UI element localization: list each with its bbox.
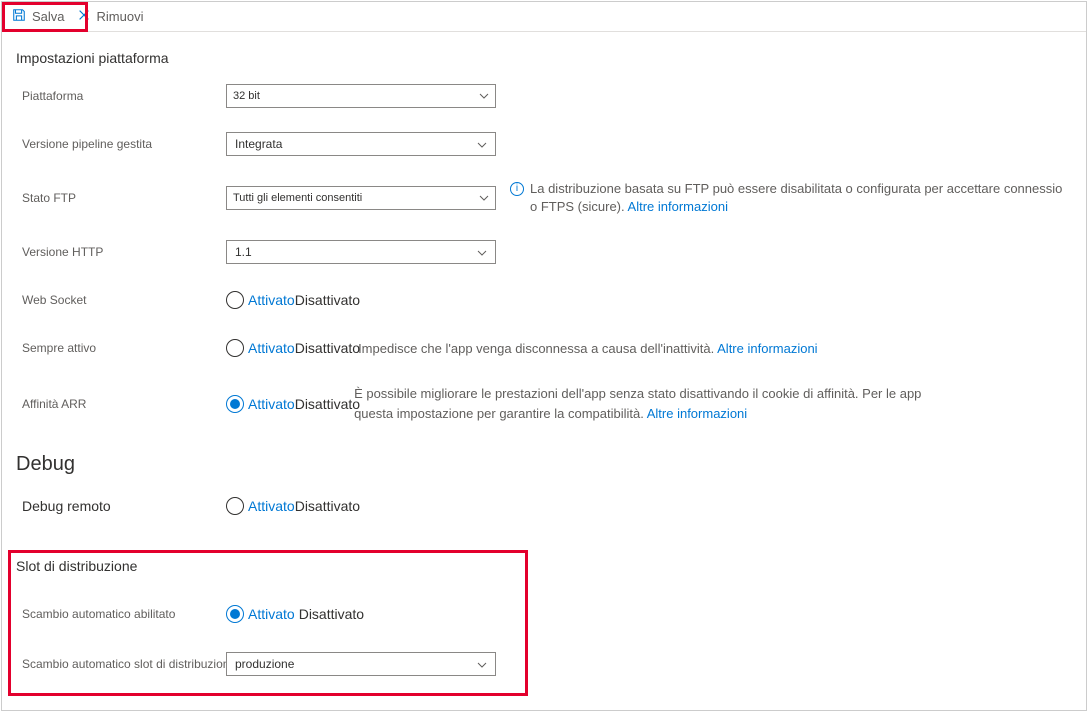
http-value: 1.1 [235,245,252,259]
remove-button[interactable]: Rimuovi [77,8,144,25]
websocket-on-label: Attivato [248,292,295,308]
arr-label: Affinità ARR [16,397,226,411]
platform-section-title: Impostazioni piattaforma [16,50,1072,66]
autoswap-label: Scambio automatico abilitato [16,607,226,621]
chevron-down-icon [477,659,487,669]
ftp-more-link[interactable]: Altre informazioni [628,199,728,214]
http-label: Versione HTTP [16,245,226,259]
autoswap-on-radio[interactable] [226,605,244,623]
remote-debug-off-label: Disattivato [295,498,360,514]
debug-section-title: Debug [16,453,1072,476]
chevron-down-icon [477,139,487,149]
arr-help: È possibile migliorare le prestazioni de… [354,384,921,423]
arr-on-label: Attivato [248,396,295,412]
pipeline-label: Versione pipeline gestita [16,137,226,151]
websocket-radio-group: Attivato Disattivato [226,291,360,309]
websocket-label: Web Socket [16,293,226,307]
alwayson-radio-group: Attivato Disattivato [226,339,360,357]
alwayson-on-radio[interactable] [226,339,244,357]
ftp-label: Stato FTP [16,191,226,205]
platform-value: 32 bit [233,90,260,102]
alwayson-help: Impedisce che l'app venga disconnessa a … [358,339,818,359]
remote-debug-label: Debug remoto [16,498,226,514]
autoswap-slot-label: Scambio automatico slot di distribuzione [16,657,246,671]
arr-off-label: Disattivato [295,396,360,412]
save-label: Salva [32,9,65,24]
remote-debug-on-label: Attivato [248,498,295,514]
remote-debug-radio-group: Attivato Disattivato [226,497,360,515]
ftp-help: La distribuzione basata su FTP può esser… [530,180,1062,216]
ftp-dropdown[interactable]: Tutti gli elementi consentiti [226,186,496,210]
toolbar: Salva Rimuovi [2,2,1086,32]
chevron-down-icon [479,91,489,101]
chevron-down-icon [477,247,487,257]
alwayson-more-link[interactable]: Altre informazioni [717,341,817,356]
autoswap-on-label: Attivato [248,606,295,622]
autoswap-slot-dropdown[interactable]: produzione [226,652,496,676]
info-icon: i [510,182,524,196]
slot-section-title: Slot di distribuzione [16,558,1072,574]
platform-label: Piattaforma [16,89,226,103]
save-icon [12,8,26,25]
chevron-down-icon [479,193,489,203]
close-icon [77,8,91,25]
remove-label: Rimuovi [97,9,144,24]
pipeline-dropdown[interactable]: Integrata [226,132,496,156]
websocket-off-label: Disattivato [295,292,360,308]
arr-on-radio[interactable] [226,395,244,413]
arr-more-link[interactable]: Altre informazioni [647,406,747,421]
autoswap-off-label: Disattivato [299,606,364,622]
alwayson-off-label: Disattivato [295,340,360,356]
ftp-value: Tutti gli elementi consentiti [233,192,362,204]
alwayson-label: Sempre attivo [16,341,226,355]
platform-dropdown[interactable]: 32 bit [226,84,496,108]
pipeline-value: Integrata [235,137,282,151]
websocket-on-radio[interactable] [226,291,244,309]
save-button[interactable]: Salva [12,8,65,25]
arr-radio-group: Attivato Disattivato [226,395,360,413]
autoswap-slot-value: produzione [235,657,294,671]
http-dropdown[interactable]: 1.1 [226,240,496,264]
alwayson-on-label: Attivato [248,340,295,356]
autoswap-radio-group: Attivato Disattivato [226,605,364,623]
remote-debug-on-radio[interactable] [226,497,244,515]
